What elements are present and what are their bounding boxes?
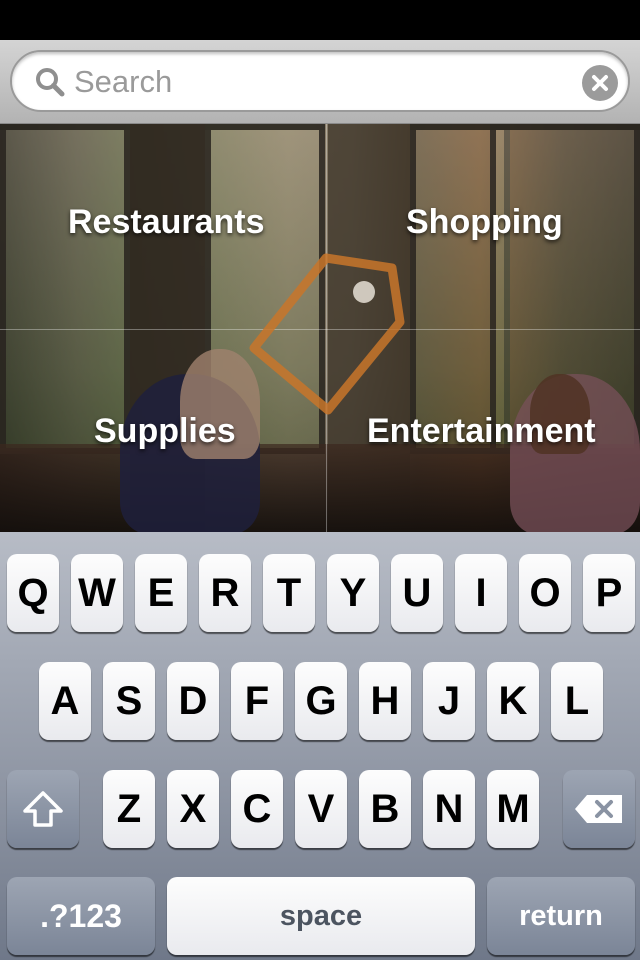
key-l[interactable]: L	[551, 662, 603, 740]
key-e[interactable]: E	[135, 554, 187, 632]
key-p[interactable]: P	[583, 554, 635, 632]
key-o[interactable]: O	[519, 554, 571, 632]
key-i[interactable]: I	[455, 554, 507, 632]
search-input[interactable]	[74, 60, 554, 104]
key-w[interactable]: W	[71, 554, 123, 632]
key-b[interactable]: B	[359, 770, 411, 848]
key-s[interactable]: S	[103, 662, 155, 740]
key-a[interactable]: A	[39, 662, 91, 740]
category-entertainment[interactable]: Entertainment	[367, 412, 596, 451]
key-m[interactable]: M	[487, 770, 539, 848]
key-d[interactable]: D	[167, 662, 219, 740]
shift-key[interactable]	[7, 770, 79, 848]
space-key[interactable]: space	[167, 877, 475, 955]
key-g[interactable]: G	[295, 662, 347, 740]
clear-icon	[592, 75, 608, 91]
keyboard: Q W E R T Y U I O P A S D F G H J K L Z …	[0, 532, 640, 960]
category-restaurants[interactable]: Restaurants	[68, 203, 265, 242]
key-t[interactable]: T	[263, 554, 315, 632]
category-shopping[interactable]: Shopping	[406, 203, 563, 242]
key-u[interactable]: U	[391, 554, 443, 632]
key-n[interactable]: N	[423, 770, 475, 848]
key-f[interactable]: F	[231, 662, 283, 740]
numbers-key[interactable]: .?123	[7, 877, 155, 955]
key-y[interactable]: Y	[327, 554, 379, 632]
key-c[interactable]: C	[231, 770, 283, 848]
key-h[interactable]: H	[359, 662, 411, 740]
key-q[interactable]: Q	[7, 554, 59, 632]
key-z[interactable]: Z	[103, 770, 155, 848]
search-bar	[0, 40, 640, 124]
shift-icon	[23, 791, 63, 827]
delete-key[interactable]	[563, 770, 635, 848]
key-k[interactable]: K	[487, 662, 539, 740]
key-v[interactable]: V	[295, 770, 347, 848]
clear-search-button[interactable]	[582, 65, 618, 101]
key-r[interactable]: R	[199, 554, 251, 632]
price-tag-icon	[249, 253, 405, 415]
search-field[interactable]	[10, 50, 630, 112]
key-j[interactable]: J	[423, 662, 475, 740]
status-bar	[0, 0, 640, 40]
category-supplies[interactable]: Supplies	[94, 412, 236, 451]
key-x[interactable]: X	[167, 770, 219, 848]
backspace-icon	[575, 795, 622, 823]
search-icon	[36, 68, 65, 97]
return-key[interactable]: return	[487, 877, 635, 955]
